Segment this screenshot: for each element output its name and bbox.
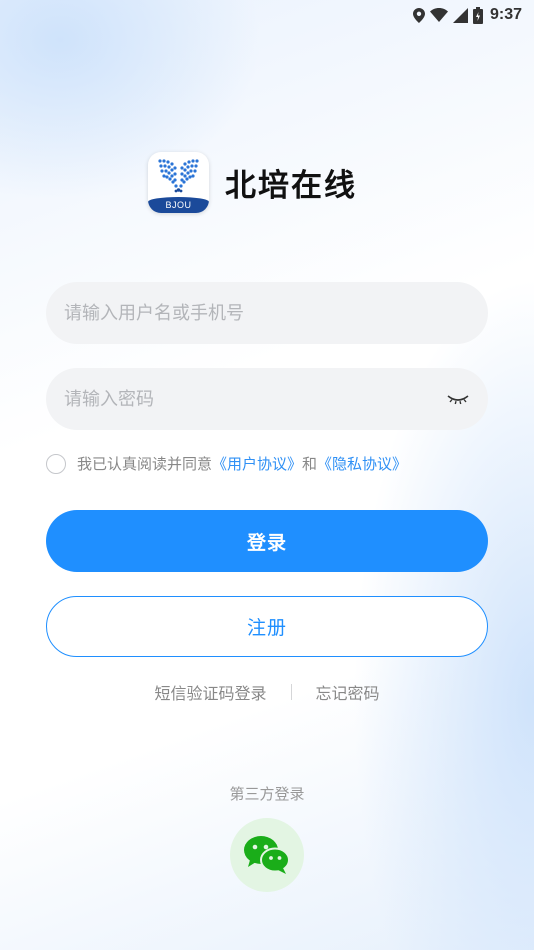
- signal-icon: [452, 7, 468, 23]
- username-input[interactable]: [64, 302, 470, 324]
- agreement-checkbox[interactable]: [46, 453, 66, 474]
- secondary-links: 短信验证码登录 忘记密码: [0, 680, 534, 704]
- app-logo: BJOU: [148, 152, 209, 213]
- register-button[interactable]: 注册: [46, 596, 488, 657]
- agreement-conjunction: 和: [302, 455, 318, 473]
- forgot-password-link[interactable]: 忘记密码: [316, 680, 380, 704]
- logo-text: BJOU: [148, 197, 209, 213]
- status-bar: 9:37: [0, 0, 534, 30]
- password-field[interactable]: [46, 368, 488, 430]
- username-field[interactable]: [46, 282, 488, 344]
- login-button[interactable]: 登录: [46, 510, 488, 572]
- privacy-policy-link[interactable]: 《隐私协议》: [317, 453, 407, 474]
- user-agreement-link[interactable]: 《用户协议》: [212, 453, 302, 474]
- eye-closed-icon[interactable]: [446, 387, 470, 411]
- password-input[interactable]: [64, 388, 446, 410]
- wechat-icon: [244, 836, 290, 874]
- wechat-login-button[interactable]: [230, 818, 304, 892]
- location-icon: [412, 7, 425, 23]
- battery-icon: [472, 6, 483, 24]
- logo-wings-icon: [158, 159, 199, 193]
- agreement-prefix: 我已认真阅读并同意: [77, 455, 213, 473]
- wifi-icon: [429, 8, 448, 22]
- brand-header: BJOU 北培在线: [148, 152, 357, 213]
- third-party-label: 第三方登录: [229, 785, 305, 803]
- links-divider: [290, 684, 292, 700]
- sms-login-link[interactable]: 短信验证码登录: [154, 680, 266, 704]
- app-name: 北培在线: [225, 168, 357, 204]
- status-time: 9:37: [489, 6, 522, 23]
- agreement-row: 我已认真阅读并同意 《用户协议》 和 《隐私协议》: [46, 453, 407, 474]
